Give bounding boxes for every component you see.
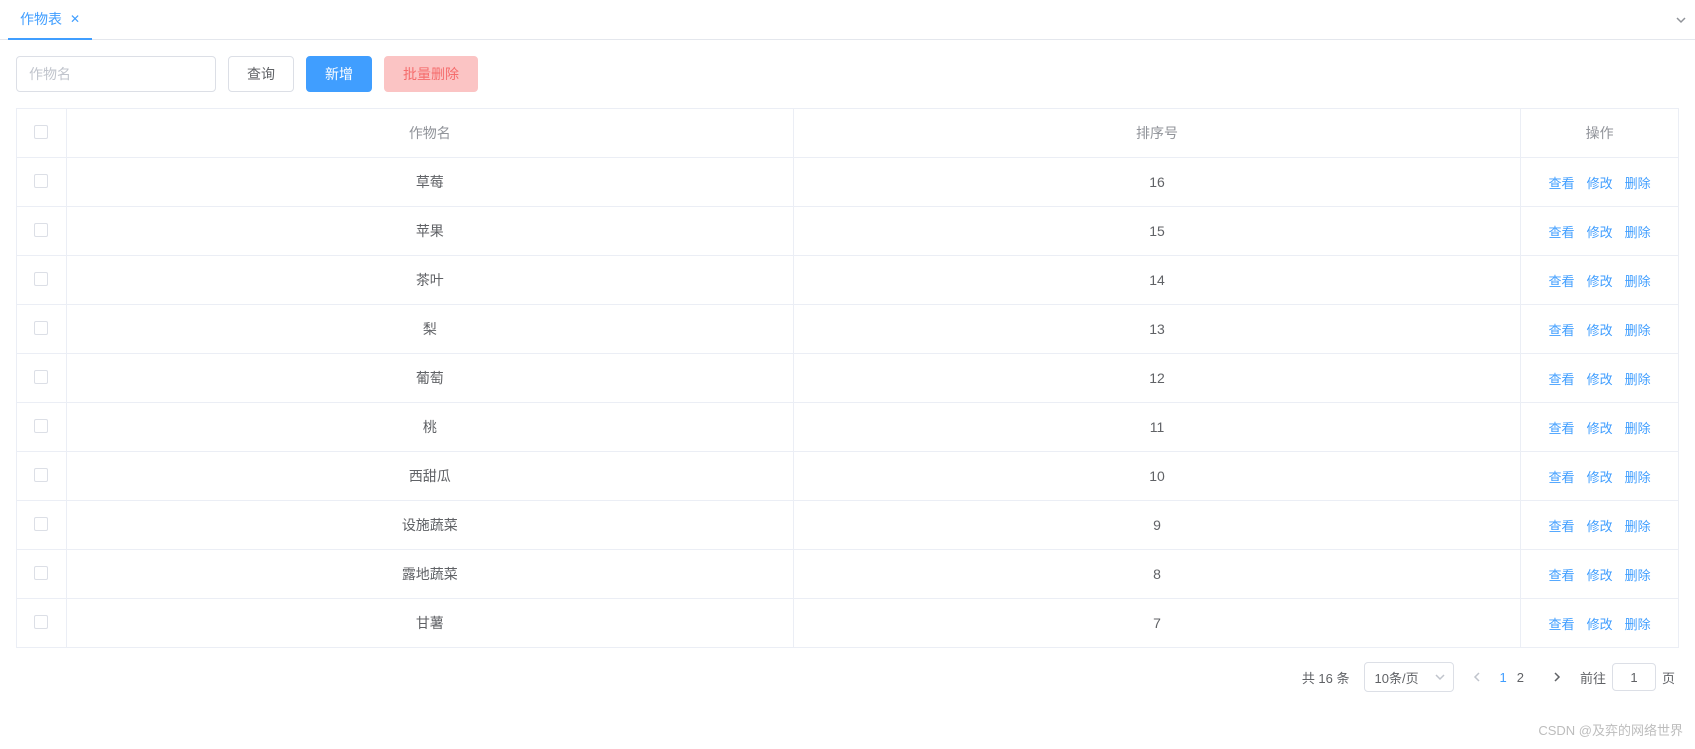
chevron-down-icon	[1435, 670, 1445, 685]
delete-link[interactable]: 删除	[1625, 274, 1651, 289]
table-row: 葡萄12 查看修改删除	[17, 354, 1679, 403]
cell-sort: 15	[793, 207, 1520, 256]
delete-link[interactable]: 删除	[1625, 323, 1651, 338]
delete-link[interactable]: 删除	[1625, 617, 1651, 632]
prev-page-button[interactable]	[1468, 670, 1486, 685]
view-link[interactable]: 查看	[1549, 470, 1575, 485]
edit-link[interactable]: 修改	[1587, 323, 1613, 338]
view-link[interactable]: 查看	[1549, 225, 1575, 240]
view-link[interactable]: 查看	[1549, 274, 1575, 289]
cell-sort: 16	[793, 158, 1520, 207]
page-number[interactable]: 2	[1517, 670, 1524, 685]
edit-link[interactable]: 修改	[1587, 519, 1613, 534]
cell-sort: 13	[793, 305, 1520, 354]
page-number[interactable]: 1	[1500, 670, 1507, 685]
search-button[interactable]: 查询	[228, 56, 294, 92]
table-row: 苹果15 查看修改删除	[17, 207, 1679, 256]
row-checkbox[interactable]	[34, 566, 48, 580]
view-link[interactable]: 查看	[1549, 323, 1575, 338]
cell-name: 甘薯	[66, 599, 793, 648]
tab-label: 作物表	[20, 9, 62, 29]
row-checkbox[interactable]	[34, 615, 48, 629]
delete-link[interactable]: 删除	[1625, 568, 1651, 583]
tabs-bar: 作物表 ✕	[0, 0, 1695, 40]
goto-prefix: 前往	[1580, 668, 1606, 687]
cell-name: 露地蔬菜	[66, 550, 793, 599]
delete-link[interactable]: 删除	[1625, 176, 1651, 191]
delete-link[interactable]: 删除	[1625, 421, 1651, 436]
cell-sort: 12	[793, 354, 1520, 403]
view-link[interactable]: 查看	[1549, 176, 1575, 191]
table-row: 桃11 查看修改删除	[17, 403, 1679, 452]
pagination-total: 共 16 条	[1302, 668, 1350, 687]
cell-sort: 14	[793, 256, 1520, 305]
delete-link[interactable]: 删除	[1625, 519, 1651, 534]
edit-link[interactable]: 修改	[1587, 274, 1613, 289]
row-checkbox[interactable]	[34, 370, 48, 384]
edit-link[interactable]: 修改	[1587, 568, 1613, 583]
view-link[interactable]: 查看	[1549, 421, 1575, 436]
tab-crops[interactable]: 作物表 ✕	[8, 0, 92, 40]
search-input[interactable]	[16, 56, 216, 92]
page-size-select[interactable]: 10条/页	[1364, 662, 1454, 692]
cell-sort: 11	[793, 403, 1520, 452]
next-page-button[interactable]	[1548, 670, 1566, 685]
row-checkbox[interactable]	[34, 272, 48, 286]
table-row: 草莓16 查看修改删除	[17, 158, 1679, 207]
table-row: 梨13 查看修改删除	[17, 305, 1679, 354]
edit-link[interactable]: 修改	[1587, 617, 1613, 632]
view-link[interactable]: 查看	[1549, 617, 1575, 632]
pagination: 共 16 条 10条/页 12 前往 页	[0, 648, 1695, 706]
view-link[interactable]: 查看	[1549, 519, 1575, 534]
cell-sort: 9	[793, 501, 1520, 550]
column-header-sort: 排序号	[793, 109, 1520, 158]
cell-name: 设施蔬菜	[66, 501, 793, 550]
add-button[interactable]: 新增	[306, 56, 372, 92]
column-header-ops: 操作	[1521, 109, 1679, 158]
tabs-expand-icon[interactable]	[1675, 0, 1687, 40]
toolbar: 查询 新增 批量删除	[0, 40, 1695, 108]
edit-link[interactable]: 修改	[1587, 176, 1613, 191]
select-all-checkbox[interactable]	[34, 125, 48, 139]
view-link[interactable]: 查看	[1549, 568, 1575, 583]
row-checkbox[interactable]	[34, 517, 48, 531]
edit-link[interactable]: 修改	[1587, 421, 1613, 436]
table-row: 设施蔬菜9 查看修改删除	[17, 501, 1679, 550]
cell-name: 葡萄	[66, 354, 793, 403]
view-link[interactable]: 查看	[1549, 372, 1575, 387]
edit-link[interactable]: 修改	[1587, 372, 1613, 387]
cell-name: 梨	[66, 305, 793, 354]
table-row: 西甜瓜10 查看修改删除	[17, 452, 1679, 501]
edit-link[interactable]: 修改	[1587, 470, 1613, 485]
delete-link[interactable]: 删除	[1625, 470, 1651, 485]
watermark: CSDN @及弈的网络世界	[1538, 720, 1683, 739]
table-row: 露地蔬菜8 查看修改删除	[17, 550, 1679, 599]
column-header-name: 作物名	[66, 109, 793, 158]
data-table: 作物名 排序号 操作 草莓16查看修改删除苹果15查看修改删除茶叶14查看修改删…	[16, 108, 1679, 648]
delete-link[interactable]: 删除	[1625, 225, 1651, 240]
page-size-label: 10条/页	[1375, 668, 1419, 687]
cell-name: 草莓	[66, 158, 793, 207]
cell-name: 西甜瓜	[66, 452, 793, 501]
delete-link[interactable]: 删除	[1625, 372, 1651, 387]
close-icon[interactable]: ✕	[70, 12, 80, 26]
row-checkbox[interactable]	[34, 419, 48, 433]
table-row: 甘薯7 查看修改删除	[17, 599, 1679, 648]
cell-sort: 8	[793, 550, 1520, 599]
cell-sort: 10	[793, 452, 1520, 501]
cell-name: 苹果	[66, 207, 793, 256]
edit-link[interactable]: 修改	[1587, 225, 1613, 240]
row-checkbox[interactable]	[34, 468, 48, 482]
goto-page-input[interactable]	[1612, 663, 1656, 691]
batch-delete-button[interactable]: 批量删除	[384, 56, 478, 92]
row-checkbox[interactable]	[34, 174, 48, 188]
cell-name: 桃	[66, 403, 793, 452]
row-checkbox[interactable]	[34, 321, 48, 335]
goto-suffix: 页	[1662, 668, 1675, 687]
row-checkbox[interactable]	[34, 223, 48, 237]
cell-sort: 7	[793, 599, 1520, 648]
cell-name: 茶叶	[66, 256, 793, 305]
table-row: 茶叶14 查看修改删除	[17, 256, 1679, 305]
